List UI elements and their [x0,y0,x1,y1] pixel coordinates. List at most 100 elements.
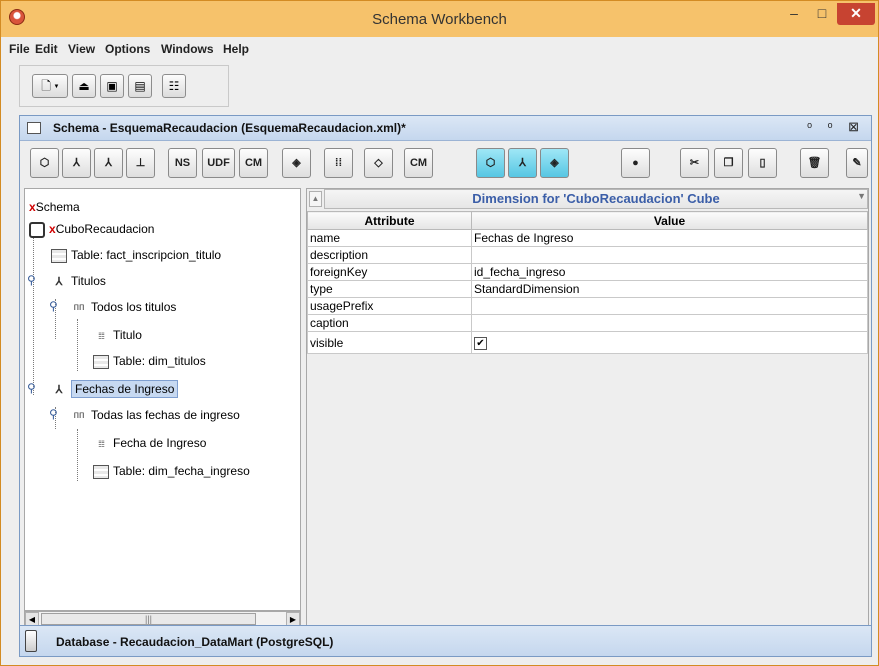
properties-title: Dimension for 'CuboRecaudacion' Cube [324,189,868,209]
save-as-button[interactable]: ▤ [128,74,152,98]
add-named-set-button[interactable]: NS [168,148,197,178]
menu-options[interactable]: Options [105,42,150,56]
hierarchy-icon: ᴨᴨ [73,301,85,313]
minimize-button[interactable]: – [781,3,807,25]
table-row[interactable]: visible ✔ [307,331,868,354]
window-title: Schema Workbench [372,11,507,28]
add-cube-button[interactable]: ⬡ [30,148,59,178]
tree-node-label: Schema [35,200,80,214]
tree-node-label: Fecha de Ingreso [113,436,207,450]
expand-toggle-icon[interactable]: ⚲ [49,299,58,313]
tree-node-table-fecha[interactable]: Table: dim_fecha_ingreso [93,461,250,481]
open-button[interactable]: ⏏ [72,74,96,98]
value-cell[interactable] [471,297,868,315]
tree-node-level-titulo[interactable]: ⁞⁞⁞⁞ Titulo [93,325,142,345]
add-virtual-dimension-button[interactable]: ⅄ [508,148,537,178]
table-icon [93,464,109,479]
table-row[interactable]: name Fechas de Ingreso [307,229,868,247]
dimension-icon: ⅄ [55,275,63,288]
add-dimension-button[interactable]: ⅄ [62,148,91,178]
title-bar: Schema Workbench – □ ✕ [1,1,878,37]
new-button[interactable]: 🗋 ▾ [32,74,68,98]
properties-table: Attribute Value name Fechas de Ingreso d… [307,211,868,354]
attribute-cell: usagePrefix [307,297,472,315]
menu-windows[interactable]: Windows [161,42,214,56]
add-calculated-member-2-button[interactable]: CM [404,148,433,178]
expand-toggle-icon[interactable]: ⚲ [49,407,58,421]
scrollbar-thumb[interactable]: ||| [41,613,256,625]
new-file-icon: 🗋 ▾ [41,79,59,93]
tree-node-label: Table: fact_inscripcion_titulo [71,248,222,262]
value-cell[interactable]: id_fecha_ingreso [471,263,868,281]
tree-node-table-titulos[interactable]: Table: dim_titulos [93,351,206,371]
value-cell[interactable]: Fechas de Ingreso [471,229,868,247]
tree-node-hierarchy-titulos[interactable]: ᴨᴨ Todos los titulos [71,297,177,317]
menu-file[interactable]: File [9,42,30,56]
schema-frame: Schema - EsquemaRecaudacion (EsquemaReca… [19,115,872,657]
add-measure-button[interactable]: ◈ [282,148,311,178]
add-virtual-cube-button[interactable]: ⬡ [476,148,505,178]
add-property-button[interactable]: ◇ [364,148,393,178]
tree-node-dimension-fechas[interactable]: ⅄ Fechas de Ingreso [51,379,179,399]
frame-controls[interactable]: ᵒ ᵒ ⊠ [807,119,865,135]
list-settings-icon: ☷ [168,79,180,93]
value-cell[interactable]: StandardDimension [471,280,868,298]
visible-checkbox[interactable]: ✔ [474,336,487,350]
attribute-cell: caption [307,314,472,332]
scroll-left-arrow-icon[interactable]: ◀ [25,612,39,626]
expand-toggle-icon[interactable]: ⚲ [27,381,36,395]
add-virtual-measure-button[interactable]: ◈ [540,148,569,178]
add-level-button[interactable]: ⁞⁞ [324,148,353,178]
paste-button[interactable]: ▯ [748,148,777,178]
preferences-button[interactable]: ☷ [162,74,186,98]
menu-edit[interactable]: Edit [35,42,58,56]
add-calculated-member-button[interactable]: CM [239,148,268,178]
value-cell[interactable] [471,314,868,332]
tree-node-hierarchy-fechas[interactable]: ᴨᴨ Todas las fechas de ingreso [71,405,240,425]
database-label: Database - Recaudacion_DataMart (Postgre… [56,635,334,649]
tree-node-schema[interactable]: xSchema [29,197,80,217]
table-icon [93,354,109,369]
edit-mode-button[interactable]: ✎ [846,148,868,178]
save-icon: ▣ [106,79,118,93]
table-row[interactable]: foreignKey id_fecha_ingreso [307,263,868,281]
column-header-attribute[interactable]: Attribute [307,211,472,230]
tree-connector [33,237,34,395]
column-header-value[interactable]: Value [471,211,868,230]
expand-toggle-icon[interactable]: ⚲ [27,273,36,287]
menu-bar: File Edit View Options Windows Help [9,39,872,59]
cut-button[interactable]: ✂ [680,148,709,178]
tree-node-cube[interactable]: xCuboRecaudacion [29,219,154,239]
tree-node-level-fecha[interactable]: ⁞⁞⁞⁞ Fecha de Ingreso [93,433,206,453]
table-row[interactable]: caption [307,314,868,332]
tree-node-fact-table[interactable]: Table: fact_inscripcion_titulo [51,245,221,265]
value-cell[interactable]: ✔ [471,331,868,354]
add-hierarchy-button[interactable]: ⊥ [126,148,155,178]
table-row[interactable]: description [307,246,868,264]
attribute-cell: visible [307,331,472,354]
maximize-button[interactable]: □ [809,3,835,25]
schema-tree[interactable]: xSchema xCuboRecaudacion Table: fact_ins… [24,188,301,611]
table-row[interactable]: type StandardDimension [307,280,868,298]
table-row[interactable]: usagePrefix [307,297,868,315]
copy-button[interactable]: ❐ [714,148,743,178]
menu-view[interactable]: View [68,42,95,56]
chevron-down-icon[interactable]: ▼ [857,191,866,201]
scroll-up-arrow-icon[interactable]: ▲ [309,191,322,207]
app-window: Schema Workbench – □ ✕ File Edit View Op… [0,0,879,666]
delete-button[interactable]: 🗑 [800,148,829,178]
database-frame[interactable]: Database - Recaudacion_DataMart (Postgre… [19,625,872,657]
menu-help[interactable]: Help [223,42,249,56]
save-as-icon: ▤ [134,79,146,93]
main-toolbar: 🗋 ▾ ⏏ ▣ ▤ ☷ [19,65,229,107]
close-button[interactable]: ✕ [837,3,875,25]
scroll-right-arrow-icon[interactable]: ▶ [286,612,300,626]
save-button[interactable]: ▣ [100,74,124,98]
add-role-button[interactable]: ● [621,148,650,178]
add-dimension-usage-button[interactable]: ⅄ [94,148,123,178]
schema-frame-titlebar: Schema - EsquemaRecaudacion (EsquemaReca… [20,116,871,141]
add-udf-button[interactable]: UDF [202,148,235,178]
value-cell[interactable] [471,246,868,264]
tree-node-dimension-titulos[interactable]: ⅄ Titulos [51,271,106,291]
attribute-cell: foreignKey [307,263,472,281]
